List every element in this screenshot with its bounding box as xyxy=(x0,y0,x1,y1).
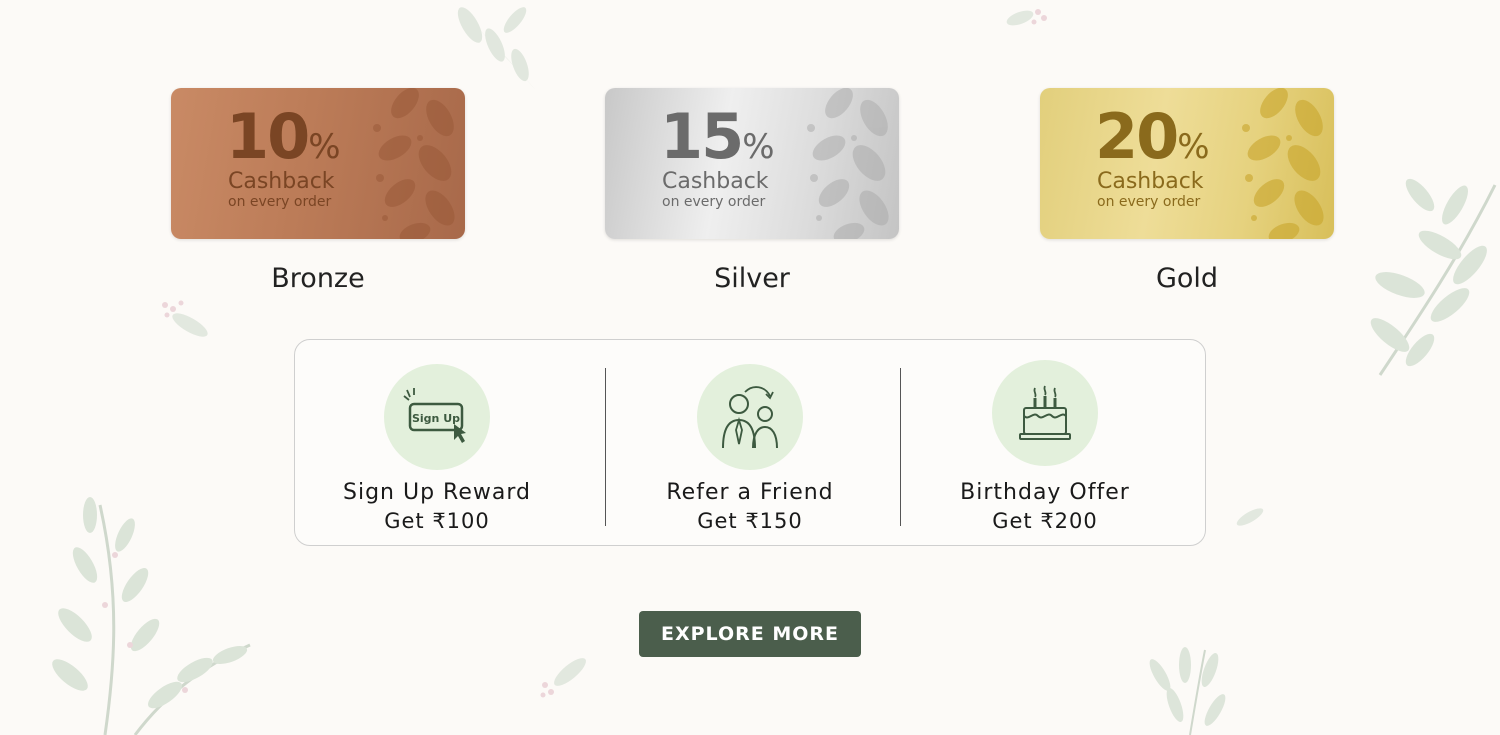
birthday-cake-icon xyxy=(992,360,1098,466)
reward-title-sign-up: Sign Up Reward xyxy=(343,480,531,505)
sign-up-icon-text: Sign Up xyxy=(412,412,460,425)
berry-sprig-top-icon xyxy=(1006,9,1047,26)
tier-name-silver: Silver xyxy=(714,263,790,294)
bronze-cashback-sub: on every order xyxy=(228,194,332,210)
reward-title-refer-friend: Refer a Friend xyxy=(666,480,834,505)
rewards-panel: Sign Up Sign Up Reward Get ₹100 Refer a … xyxy=(294,339,1206,546)
reward-birthday[interactable]: Birthday Offer Get ₹200 xyxy=(900,340,1190,547)
silver-cashback-sub: on every order xyxy=(662,194,766,210)
tier-row: 10% Cashback on every order Bronze 15% C… xyxy=(0,88,1500,308)
gold-percent: 20% xyxy=(1095,100,1210,173)
tier-bronze[interactable]: 10% Cashback on every order Bronze xyxy=(171,88,465,294)
tier-name-gold: Gold xyxy=(1155,263,1219,294)
bronze-cashback-card[interactable]: 10% Cashback on every order xyxy=(171,88,465,239)
tier-gold[interactable]: 20% Cashback on every order Gold xyxy=(1040,88,1334,294)
reward-title-birthday: Birthday Offer xyxy=(960,480,1130,505)
leaf-spray-bottom-right-icon xyxy=(1149,647,1226,735)
gold-leaf-pattern-icon xyxy=(1242,88,1324,239)
bronze-cashback-label: Cashback xyxy=(228,169,335,194)
refer-friend-icon xyxy=(697,364,803,470)
silver-cashback-card[interactable]: 15% Cashback on every order xyxy=(605,88,899,239)
tier-silver[interactable]: 15% Cashback on every order Silver xyxy=(605,88,899,294)
reward-refer-friend[interactable]: Refer a Friend Get ₹150 xyxy=(605,340,895,547)
bronze-leaf-pattern-icon xyxy=(373,88,455,239)
tier-name-bronze: Bronze xyxy=(271,263,365,294)
reward-value-birthday: Get ₹200 xyxy=(992,509,1098,533)
reward-value-refer-friend: Get ₹150 xyxy=(697,509,803,533)
leaf-spray-bottom-left-icon xyxy=(52,497,251,735)
bronze-percent: 10% xyxy=(226,100,341,173)
explore-more-button[interactable]: EXPLORE MORE xyxy=(639,611,861,657)
gold-cashback-sub: on every order xyxy=(1097,194,1201,210)
berry-sprig-right-icon xyxy=(1236,508,1264,526)
reward-value-sign-up: Get ₹100 xyxy=(384,509,490,533)
leaf-decoration-top-icon xyxy=(450,0,540,95)
silver-cashback-label: Cashback xyxy=(662,169,769,194)
gold-cashback-card[interactable]: 20% Cashback on every order xyxy=(1040,88,1334,239)
silver-percent: 15% xyxy=(660,100,775,173)
silver-leaf-pattern-icon xyxy=(807,88,889,239)
sign-up-icon: Sign Up xyxy=(384,364,490,470)
gold-cashback-label: Cashback xyxy=(1097,169,1204,194)
berry-sprig-bottom-icon xyxy=(540,658,586,698)
reward-sign-up[interactable]: Sign Up Sign Up Reward Get ₹100 xyxy=(292,340,582,547)
